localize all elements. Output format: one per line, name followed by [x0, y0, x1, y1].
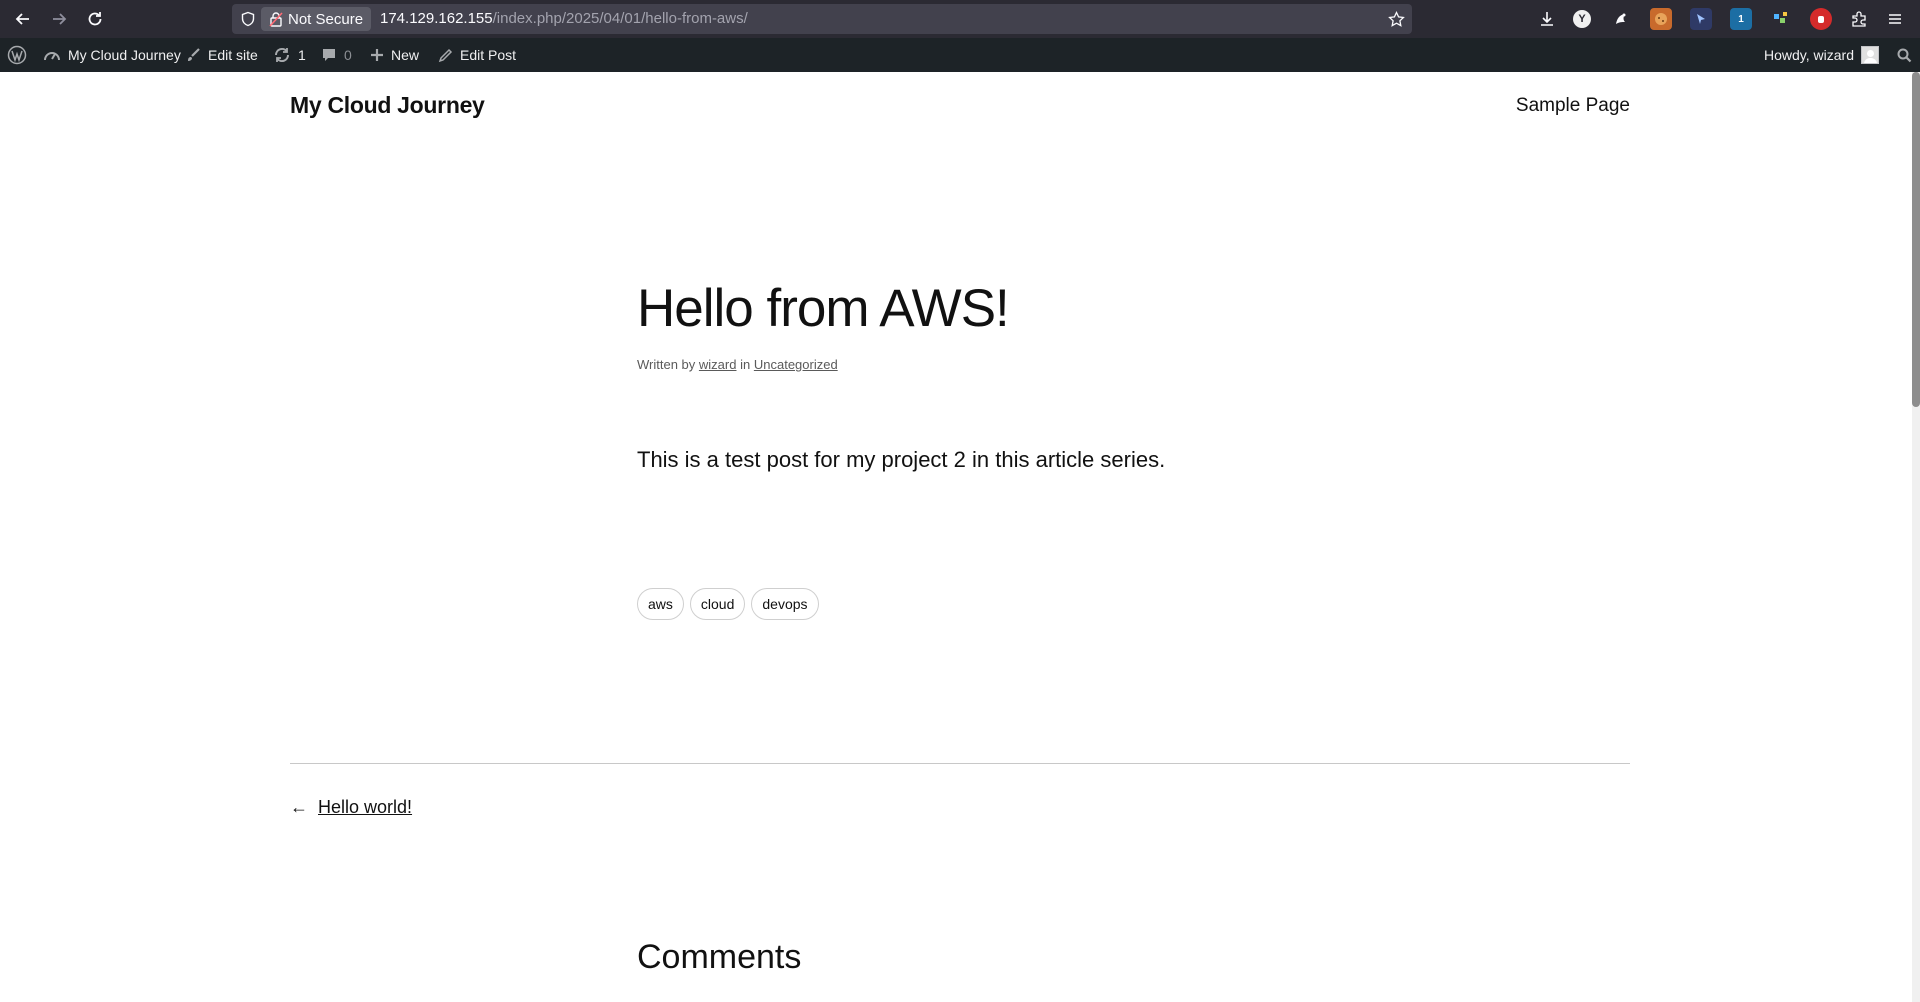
wp-admin-bar: My Cloud Journey Edit site 1 0 New Edit …: [0, 38, 1920, 72]
admin-bar-my-account[interactable]: Howdy, wizard: [1764, 38, 1879, 72]
comment-bubble-icon: [321, 47, 337, 63]
byline-written-by: Written by: [637, 357, 696, 372]
page-scrollbar[interactable]: [1912, 72, 1920, 1002]
search-icon: [1897, 48, 1912, 63]
tag-aws[interactable]: aws: [637, 588, 684, 620]
security-label: Not Secure: [288, 10, 364, 28]
admin-bar-edit-site[interactable]: Edit site: [185, 38, 258, 72]
category-link[interactable]: Uncategorized: [754, 357, 838, 372]
wordpress-logo-menu[interactable]: [7, 38, 27, 72]
site-security-indicator[interactable]: Not Secure: [261, 7, 372, 31]
nav-link-sample-page[interactable]: Sample Page: [1516, 95, 1630, 117]
admin-bar-search[interactable]: [1897, 38, 1912, 72]
forward-arrow-icon: [53, 13, 67, 25]
gnome-extension-icon[interactable]: [1610, 8, 1632, 30]
cursor-extension-icon[interactable]: [1690, 8, 1712, 30]
post-navigation-divider: [290, 763, 1630, 764]
grid-extension-icon[interactable]: [1770, 8, 1792, 30]
plus-icon: [370, 48, 384, 62]
byline-in: in: [740, 357, 751, 372]
y-extension-icon[interactable]: Y: [1573, 10, 1591, 28]
browser-toolbar: Not Secure 174.129.162.155/index.php/202…: [0, 0, 1920, 38]
site-title[interactable]: My Cloud Journey: [290, 92, 485, 119]
avatar: [1861, 46, 1879, 64]
url-host: 174.129.162.155: [380, 10, 493, 27]
brush-icon: [185, 47, 201, 63]
extension-badge: 1: [1738, 13, 1744, 25]
tag-devops[interactable]: devops: [751, 588, 819, 620]
reload-button[interactable]: [80, 4, 110, 34]
forward-button[interactable]: [44, 4, 74, 34]
badge-extension-icon[interactable]: 1: [1730, 8, 1752, 30]
reload-icon: [88, 12, 102, 26]
admin-bar-comments[interactable]: 0: [321, 38, 352, 72]
previous-post-link[interactable]: ← Hello world!: [290, 797, 412, 818]
back-button[interactable]: [8, 4, 38, 34]
admin-bar-new[interactable]: New: [370, 38, 419, 72]
edit-site-label: Edit site: [208, 47, 258, 63]
author-link[interactable]: wizard: [699, 357, 737, 372]
left-arrow-icon: ←: [290, 797, 308, 817]
url-path: /index.php/2025/04/01/hello-from-aws/: [492, 10, 748, 27]
comments-heading: Comments: [637, 938, 802, 976]
admin-bar-updates[interactable]: 1: [273, 38, 306, 72]
wordpress-logo-icon: [7, 45, 27, 65]
updates-count: 1: [298, 47, 306, 63]
admin-site-name-label: My Cloud Journey: [68, 47, 181, 63]
dashboard-gauge-icon: [43, 47, 61, 63]
app-menu-icon[interactable]: [1884, 8, 1906, 30]
previous-post-title: Hello world!: [318, 797, 413, 817]
howdy-label: Howdy, wizard: [1764, 47, 1854, 63]
post-body-paragraph: This is a test post for my project 2 in …: [637, 447, 1166, 472]
tag-cloud[interactable]: cloud: [689, 588, 746, 620]
admin-bar-edit-post[interactable]: Edit Post: [438, 38, 516, 72]
cookie-extension-icon[interactable]: [1650, 8, 1672, 30]
post-title: Hello from AWS!: [637, 279, 1010, 338]
hand-extension-icon[interactable]: [1810, 8, 1832, 30]
downloads-icon[interactable]: [1536, 8, 1558, 30]
admin-bar-site-name[interactable]: My Cloud Journey: [43, 38, 181, 72]
comments-count: 0: [344, 47, 352, 63]
insecure-lock-icon: [269, 12, 283, 27]
updates-refresh-icon: [273, 47, 291, 63]
post-byline: Written by wizard in Uncategorized: [637, 357, 838, 372]
back-arrow-icon: [15, 13, 29, 25]
post-tags: aws cloud devops: [637, 588, 819, 620]
edit-post-label: Edit Post: [460, 47, 517, 63]
scrollbar-thumb[interactable]: [1912, 72, 1920, 407]
extensions-puzzle-icon[interactable]: [1848, 8, 1870, 30]
new-label: New: [391, 47, 420, 63]
pencil-icon: [438, 48, 453, 63]
tracking-protection-icon[interactable]: [238, 9, 258, 29]
url-text[interactable]: 174.129.162.155/index.php/2025/04/01/hel…: [380, 10, 748, 27]
bookmark-star-icon[interactable]: [1386, 9, 1406, 29]
url-bar[interactable]: Not Secure 174.129.162.155/index.php/202…: [232, 4, 1412, 34]
